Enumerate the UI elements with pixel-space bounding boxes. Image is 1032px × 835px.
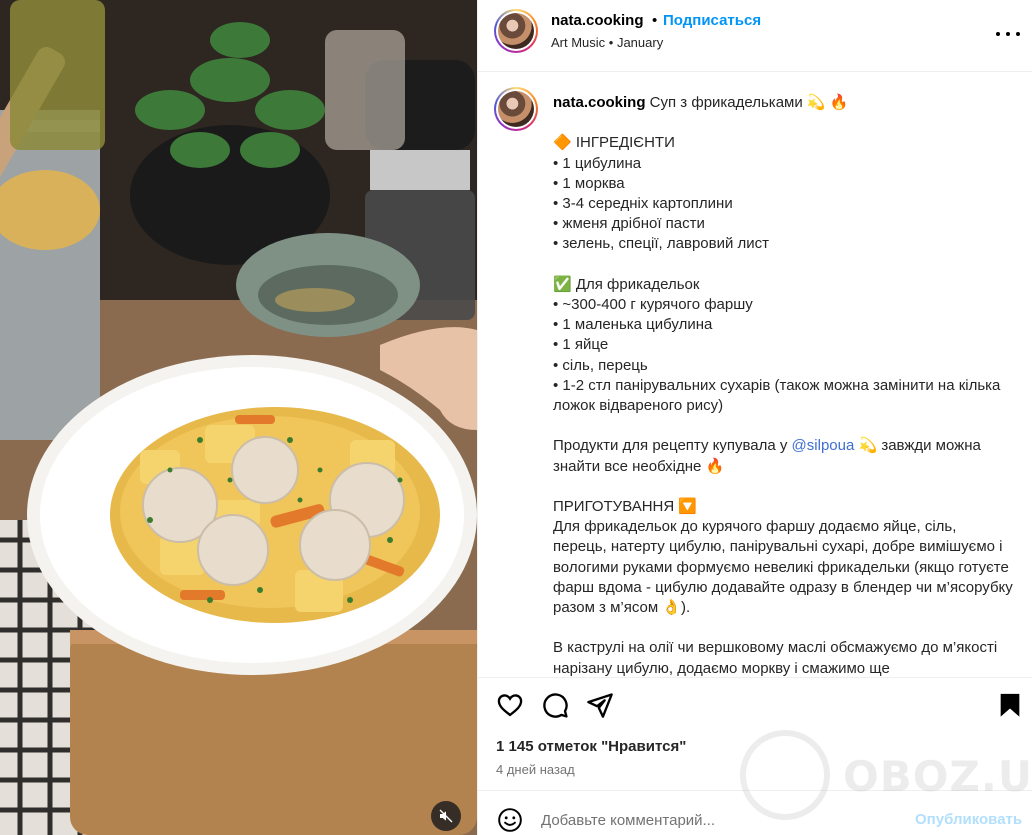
caption-section: nata.cooking Суп з фрикадельками 💫 🔥 🔶 І… xyxy=(478,73,1032,677)
avatar[interactable] xyxy=(494,9,538,53)
action-bar: 1 145 отметок "Нравится" 4 дней назад xyxy=(478,677,1032,783)
post-media[interactable] xyxy=(0,0,477,835)
share-icon[interactable] xyxy=(586,691,614,719)
more-options-button[interactable] xyxy=(996,22,1020,46)
more-icon-dot xyxy=(1006,32,1010,36)
likes-count[interactable]: 1 145 отметок "Нравится" xyxy=(496,738,686,755)
mute-button[interactable] xyxy=(431,801,461,831)
post-time[interactable]: 4 дней назад xyxy=(496,762,575,777)
bookmark-icon[interactable] xyxy=(996,691,1024,719)
mention-link[interactable]: @silpoua xyxy=(792,437,855,454)
more-icon-dot xyxy=(1016,32,1020,36)
caption-body-continued: 💫 завжди можна знайти все необхідне 🔥 ПР… xyxy=(553,437,1013,677)
comment-input[interactable] xyxy=(541,809,901,831)
caption-title: Суп з фрикадельками 💫 🔥 xyxy=(645,94,849,111)
soup-photo xyxy=(0,0,477,835)
emoji-icon[interactable] xyxy=(497,807,523,833)
caption-username[interactable]: nata.cooking xyxy=(553,94,646,111)
more-icon xyxy=(996,32,1000,36)
publish-button[interactable]: Опубликовать xyxy=(915,811,1022,828)
comment-bar: Опубликовать xyxy=(478,790,1032,835)
caption-text: nata.cooking Суп з фрикадельками 💫 🔥 🔶 І… xyxy=(553,93,1013,677)
comment-icon[interactable] xyxy=(541,691,569,719)
follow-button[interactable]: Подписаться xyxy=(663,12,761,29)
heart-icon[interactable] xyxy=(496,691,524,719)
caption-body: 🔶 ІНГРЕДІЄНТИ • 1 цибулина • 1 морква • … xyxy=(553,134,1001,455)
header-username[interactable]: nata.cooking xyxy=(551,12,644,29)
header-separator: • xyxy=(652,12,658,29)
mute-icon xyxy=(439,809,453,823)
post-panel: nata.cooking • Подписаться Art Music • J… xyxy=(477,0,1032,835)
post-header: nata.cooking • Подписаться Art Music • J… xyxy=(478,0,1032,72)
caption-avatar[interactable] xyxy=(494,87,538,131)
header-audio-location[interactable]: Art Music • January xyxy=(551,35,663,50)
